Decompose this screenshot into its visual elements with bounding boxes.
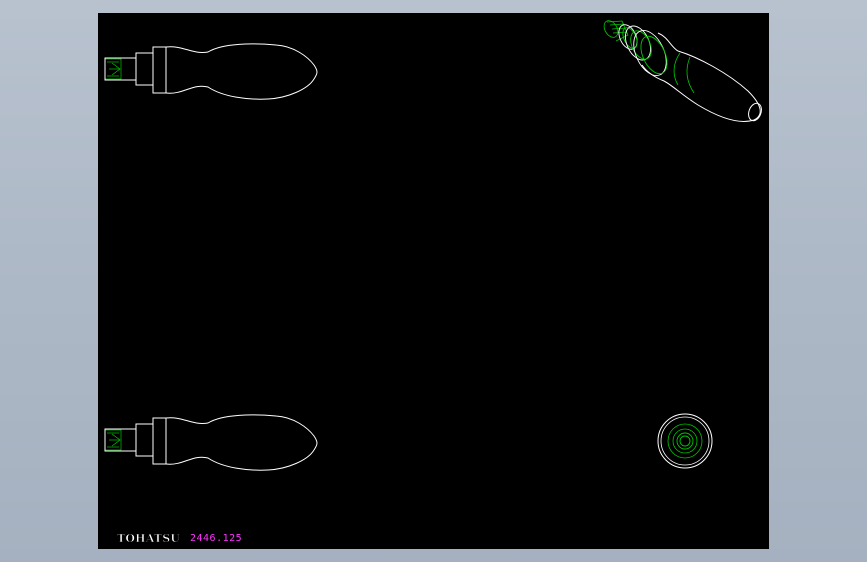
iso-grip-hidden bbox=[673, 52, 695, 94]
end-view bbox=[657, 413, 713, 469]
top-side-view bbox=[104, 43, 318, 100]
handle-outline bbox=[104, 43, 318, 100]
iso-collar bbox=[618, 24, 668, 76]
drawing-viewport[interactable]: TOHATSU 2446.125 bbox=[98, 13, 769, 549]
part-number: 2446.125 bbox=[190, 533, 242, 544]
bottom-side-view bbox=[104, 414, 318, 471]
stud-thread bbox=[104, 429, 122, 451]
isometric-view bbox=[603, 20, 762, 122]
brand-logo: TOHATSU bbox=[117, 532, 180, 545]
handle-outline bbox=[104, 414, 318, 471]
stud-thread bbox=[104, 58, 122, 80]
drawing-canvas: TOHATSU 2446.125 bbox=[104, 20, 762, 545]
iso-grip bbox=[641, 32, 762, 122]
